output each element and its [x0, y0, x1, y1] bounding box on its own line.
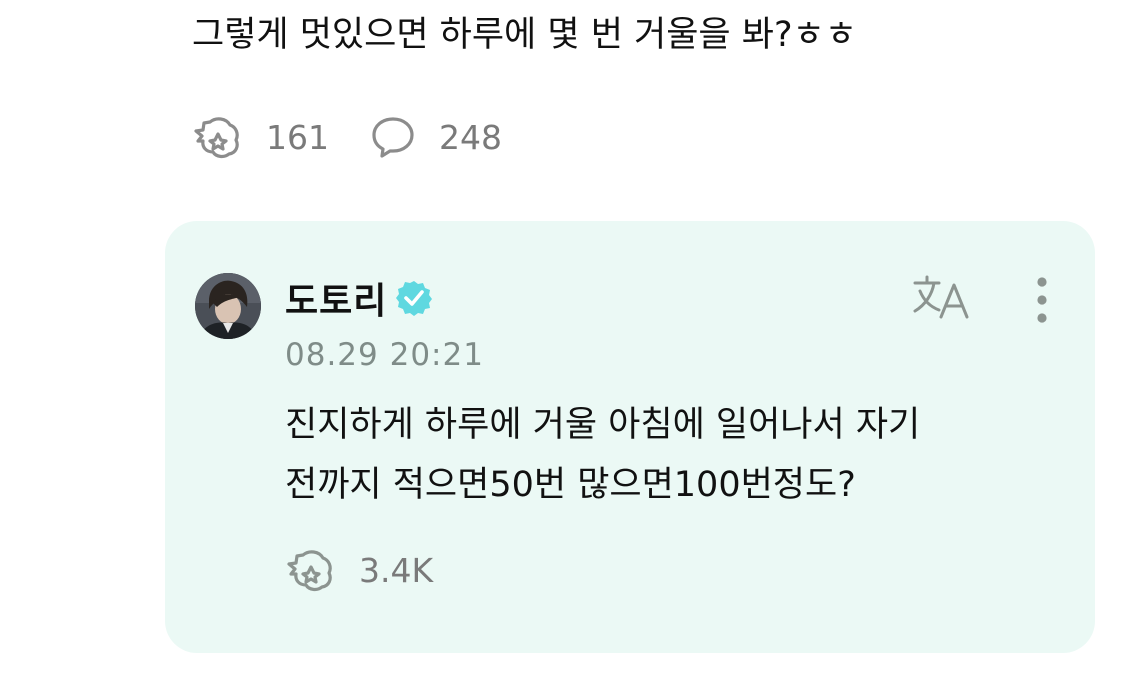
author-row: 도토리	[285, 273, 433, 323]
verified-badge-icon	[396, 281, 433, 316]
comment-icon	[372, 117, 414, 158]
reply-actions: 3.4K	[285, 545, 433, 595]
translate-button[interactable]	[911, 273, 973, 327]
post-like-count: 161	[266, 117, 329, 157]
post-comment-button[interactable]: 248	[369, 113, 502, 161]
avatar[interactable]	[195, 273, 261, 339]
like-icon	[194, 117, 239, 159]
reply-text: 진지하게 하루에 거울 아침에 일어나서 자기 전까지 적으면50번 많으면10…	[285, 395, 1075, 515]
reply-timestamp: 08.29 20:21	[285, 337, 484, 373]
translate-icon	[913, 275, 969, 319]
more-options-button[interactable]	[1027, 273, 1057, 327]
post-like-button[interactable]: 161	[192, 114, 329, 160]
reply-like-button[interactable]: 3.4K	[285, 547, 433, 593]
reply-like-count: 3.4K	[359, 550, 434, 590]
more-vertical-icon	[1037, 277, 1047, 323]
reply-text-line: 진지하게 하루에 거울 아침에 일어나서 자기	[285, 405, 921, 445]
author-name[interactable]: 도토리	[285, 272, 387, 324]
reply-text-line: 전까지 적으면50번 많으면100번정도?	[285, 465, 856, 505]
post-actions: 161 248	[192, 112, 502, 162]
avatar-image	[195, 273, 261, 339]
post-comment-count: 248	[439, 117, 502, 157]
like-icon	[287, 550, 332, 592]
reply-card: 도토리 08.29 20:21 진지하게 하루에 거울 아침에 일어나서 자기	[165, 221, 1095, 653]
post-text: 그렇게 멋있으면 하루에 몇 번 거울을 봐?ㅎㅎ	[192, 15, 857, 55]
